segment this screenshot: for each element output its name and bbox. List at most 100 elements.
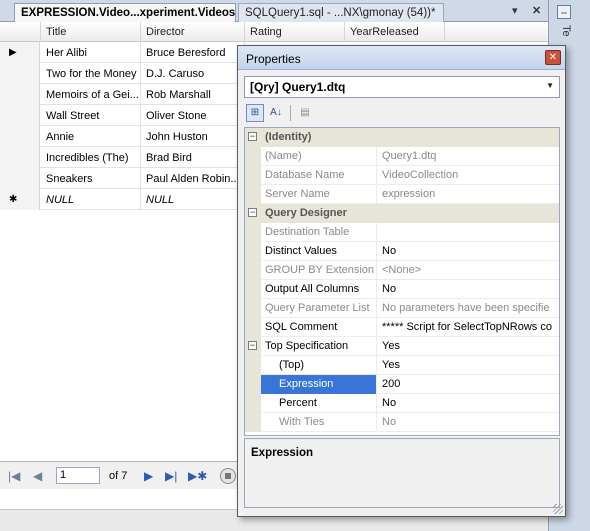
property-description-pane: Expression xyxy=(244,438,560,508)
property-value[interactable] xyxy=(378,223,559,242)
column-header-director[interactable]: Director xyxy=(141,22,245,42)
property-label: Top Specification xyxy=(261,337,377,356)
property-query-parameter-list[interactable]: Query Parameter List No parameters have … xyxy=(245,299,559,318)
category-query-designer[interactable]: − Query Designer xyxy=(245,204,559,223)
property-value[interactable]: No xyxy=(378,394,559,413)
tab-list-dropdown-icon[interactable]: ▾ xyxy=(512,4,518,17)
selected-object-label: [Qry] Query1.dtq xyxy=(250,80,346,94)
collapsed-tool-tab[interactable]: Te xyxy=(558,25,572,47)
collapse-icon[interactable]: − xyxy=(248,341,257,350)
property-label: GROUP BY Extension xyxy=(261,261,377,280)
property-with-ties[interactable]: With Ties No xyxy=(245,413,559,432)
autohide-toggle-icon[interactable]: ⇔ xyxy=(557,5,571,19)
property-destination-table[interactable]: Destination Table xyxy=(245,223,559,242)
property-grid: − (Identity) (Name) Query1.dtq Database … xyxy=(244,127,560,436)
cell-director[interactable]: John Huston xyxy=(141,126,245,147)
property-label: Database Name xyxy=(261,166,377,185)
cell-director[interactable]: Bruce Beresford xyxy=(141,42,245,63)
row-selector[interactable]: ▶ xyxy=(0,42,40,63)
property-expression[interactable]: Expression 200 xyxy=(245,375,559,394)
cell-director[interactable]: Brad Bird xyxy=(141,147,245,168)
column-header-title[interactable]: Title xyxy=(41,22,141,42)
current-page-input[interactable]: 1 xyxy=(56,467,100,484)
property-group-by-extension[interactable]: GROUP BY Extension <None> xyxy=(245,261,559,280)
cell-director[interactable]: Oliver Stone xyxy=(141,105,245,126)
last-record-icon[interactable]: ▶| xyxy=(165,469,177,483)
tab-videos-table[interactable]: EXPRESSION.Video...xperiment.Videos xyxy=(14,3,236,22)
property-value: VideoCollection xyxy=(382,169,459,181)
property-label: Output All Columns xyxy=(261,280,377,299)
property-value[interactable]: <None> xyxy=(378,261,559,280)
cell-director[interactable]: D.J. Caruso xyxy=(141,63,245,84)
column-header-rating[interactable]: Rating xyxy=(245,22,345,42)
row-selector[interactable] xyxy=(0,84,40,105)
property-label: Expression xyxy=(261,375,377,394)
grid-header: Title Director Rating YearReleased xyxy=(0,22,548,42)
next-record-icon[interactable]: ▶ xyxy=(144,469,153,483)
property-value[interactable]: No parameters have been specifie xyxy=(378,299,559,318)
properties-title-bar[interactable]: Properties ✕ xyxy=(238,46,565,70)
collapse-icon[interactable]: − xyxy=(248,132,257,141)
property-distinct-values[interactable]: Distinct Values No xyxy=(245,242,559,261)
stop-execution-icon[interactable] xyxy=(220,468,236,484)
properties-toolbar: ⊞ A↓ ▤ xyxy=(244,102,560,124)
cell-director[interactable]: Rob Marshall xyxy=(141,84,245,105)
property-value[interactable]: No xyxy=(378,280,559,299)
properties-title: Properties xyxy=(246,52,301,66)
cell-director[interactable]: Paul Alden Robin... xyxy=(141,168,245,189)
cell-title[interactable]: Her Alibi xyxy=(41,42,141,63)
property-label: (Name) xyxy=(261,147,377,166)
property-label: Percent xyxy=(261,394,377,413)
cell-title[interactable]: Incredibles (The) xyxy=(41,147,141,168)
collapse-icon[interactable]: − xyxy=(248,208,257,217)
cell-title[interactable]: Wall Street xyxy=(41,105,141,126)
property-value[interactable]: ***** Script for SelectTopNRows co xyxy=(378,318,559,337)
property-label: With Ties xyxy=(261,413,377,432)
property-top-specification[interactable]: − Top Specification Yes xyxy=(245,337,559,356)
property-database-name[interactable]: Database Name VideoCollection xyxy=(245,166,559,185)
cell-title[interactable]: NULL xyxy=(41,189,141,210)
property-value[interactable]: No xyxy=(378,413,559,432)
property-sql-comment[interactable]: SQL Comment ***** Script for SelectTopNR… xyxy=(245,318,559,337)
property-value[interactable]: Yes xyxy=(378,337,559,356)
object-selector-dropdown[interactable]: [Qry] Query1.dtq ▼ xyxy=(244,76,560,98)
cell-title[interactable]: Two for the Money xyxy=(41,63,141,84)
property-percent[interactable]: Percent No xyxy=(245,394,559,413)
row-selector-header[interactable] xyxy=(0,22,41,42)
property-value[interactable]: Yes xyxy=(378,356,559,375)
property-label: Distinct Values xyxy=(261,242,377,261)
property-output-all-columns[interactable]: Output All Columns No xyxy=(245,280,559,299)
property-name[interactable]: (Name) Query1.dtq xyxy=(245,147,559,166)
new-record-icon[interactable]: ▶✱ xyxy=(188,469,207,483)
category-identity[interactable]: − (Identity) xyxy=(245,128,559,147)
row-selector[interactable] xyxy=(0,63,40,84)
close-icon[interactable]: ✕ xyxy=(545,50,561,65)
chevron-down-icon[interactable]: ▼ xyxy=(546,81,554,90)
categorized-view-icon[interactable]: ⊞ xyxy=(246,104,264,122)
property-pages-icon[interactable]: ▤ xyxy=(296,104,314,122)
tab-sqlquery1[interactable]: SQLQuery1.sql - ...NX\gmonay (54))* xyxy=(238,3,444,22)
document-tab-strip: EXPRESSION.Video...xperiment.Videos SQLQ… xyxy=(0,0,548,22)
property-server-name[interactable]: Server Name expression xyxy=(245,185,559,204)
category-label: (Identity) xyxy=(265,131,312,143)
column-header-yearreleased[interactable]: YearReleased xyxy=(345,22,445,42)
cell-title[interactable]: Sneakers xyxy=(41,168,141,189)
first-record-icon[interactable]: |◀ xyxy=(8,469,20,483)
properties-window: Properties ✕ [Qry] Query1.dtq ▼ ⊞ A↓ ▤ −… xyxy=(237,45,566,517)
row-selector[interactable] xyxy=(0,126,40,147)
new-row-selector[interactable]: ✱ xyxy=(0,189,40,210)
alphabetical-sort-icon[interactable]: A↓ xyxy=(267,104,285,122)
property-value[interactable]: No xyxy=(378,242,559,261)
row-selector[interactable] xyxy=(0,147,40,168)
cell-title[interactable]: Annie xyxy=(41,126,141,147)
cell-director[interactable]: NULL xyxy=(141,189,245,210)
close-document-icon[interactable]: ✕ xyxy=(532,4,541,17)
resize-grip-icon[interactable] xyxy=(553,504,563,514)
previous-record-icon[interactable]: ◀ xyxy=(33,469,42,483)
row-selector[interactable] xyxy=(0,168,40,189)
property-value[interactable]: 200 xyxy=(378,375,559,394)
property-top[interactable]: (Top) Yes xyxy=(245,356,559,375)
row-selector[interactable] xyxy=(0,105,40,126)
cell-title[interactable]: Memoirs of a Gei... xyxy=(41,84,141,105)
property-label: Server Name xyxy=(261,185,377,204)
